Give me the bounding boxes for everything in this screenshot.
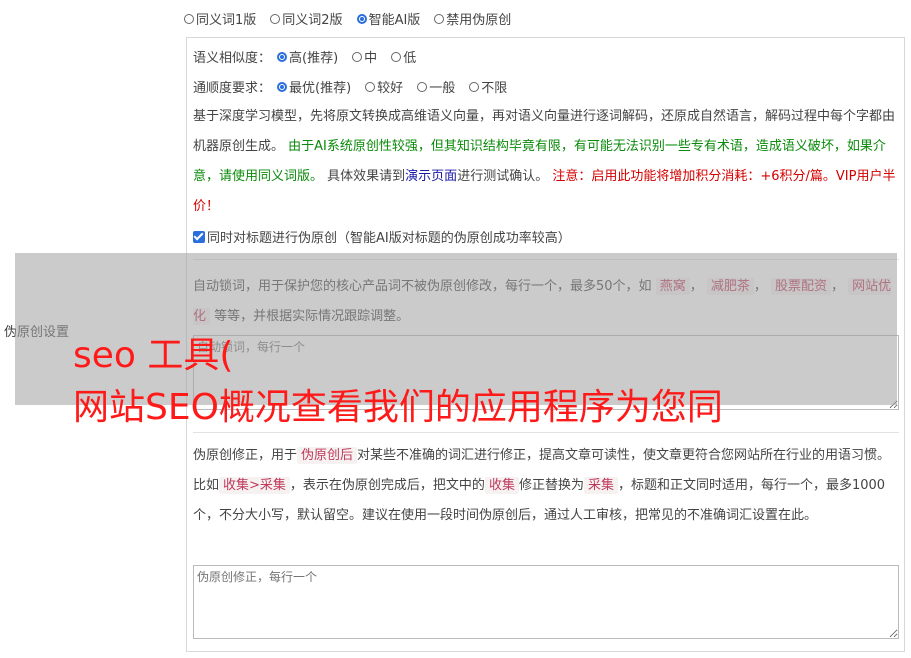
divider xyxy=(193,432,899,433)
radio-icon[interactable] xyxy=(417,81,428,92)
radio-selected-icon[interactable] xyxy=(356,13,367,24)
similarity-option-high[interactable]: 高(推荐) xyxy=(277,47,338,66)
divider xyxy=(193,259,899,260)
ai-description: 基于深度学习模型，先将原文转换成高维语义向量，再对语义向量进行逐词解码，还原成自… xyxy=(193,109,896,214)
version-option-synonym2[interactable]: 同义词2版 xyxy=(270,9,343,28)
lock-words-input[interactable] xyxy=(193,335,899,410)
example-tag: 燕窝 xyxy=(655,278,690,295)
fluency-option-normal[interactable]: 一般 xyxy=(417,77,455,96)
radio-selected-icon[interactable] xyxy=(277,51,288,62)
similarity-option-mid[interactable]: 中 xyxy=(352,47,377,66)
radio-icon[interactable] xyxy=(365,81,376,92)
fluency-row: 通顺度要求： 最优(推荐) 较好 一般 不限 xyxy=(193,77,507,96)
fluency-option-best[interactable]: 最优(推荐) xyxy=(277,77,351,96)
version-radio-group: 同义词1版 同义词2版 智能AI版 禁用伪原创 xyxy=(184,9,511,28)
version-option-disable[interactable]: 禁用伪原创 xyxy=(434,9,511,28)
example-tag: 伪原创后 xyxy=(297,447,358,464)
radio-icon[interactable] xyxy=(391,51,402,62)
settings-label: 伪原创设置 xyxy=(4,325,70,340)
radio-icon[interactable] xyxy=(270,13,281,24)
version-option-synonym1[interactable]: 同义词1版 xyxy=(184,9,256,28)
example-tag: 股票配资 xyxy=(771,278,832,295)
radio-icon[interactable] xyxy=(184,13,194,24)
radio-icon[interactable] xyxy=(352,51,363,62)
radio-icon[interactable] xyxy=(434,13,445,24)
demo-page-link[interactable]: 演示页面 xyxy=(405,169,457,184)
fluency-option-good[interactable]: 较好 xyxy=(365,77,403,96)
example-tag: 采集 xyxy=(583,477,618,494)
similarity-row: 语义相似度： 高(推荐) 中 低 xyxy=(193,47,416,66)
fluency-option-unlimited[interactable]: 不限 xyxy=(469,77,507,96)
similarity-option-low[interactable]: 低 xyxy=(391,47,416,66)
version-option-ai[interactable]: 智能AI版 xyxy=(356,9,420,28)
radio-selected-icon[interactable] xyxy=(277,81,288,92)
checkbox-checked-icon[interactable] xyxy=(193,230,205,243)
similarity-label: 语义相似度： xyxy=(193,51,272,66)
ai-settings-panel: 语义相似度： 高(推荐) 中 低 通顺度要求： 最优(推荐) 较好 一般 不限 … xyxy=(186,37,905,652)
correction-input[interactable] xyxy=(193,565,899,639)
lock-words-description: 自动锁词，用于保护您的核心产品词不被伪原创修改，每行一个，最多50个，如 燕窝，… xyxy=(193,278,892,325)
title-pseudo-original-checkbox-row[interactable]: 同时对标题进行伪原创（智能AI版对标题的伪原创成功率较高） xyxy=(193,227,571,246)
correction-description: 伪原创修正，用于 伪原创后 对某些不准确的词汇进行修正，提高文章可读性，使文章更符合… xyxy=(193,447,891,523)
example-tag: 减肥茶 xyxy=(706,278,754,295)
example-tag: 收集>采集 xyxy=(219,477,290,494)
example-tag: 收集 xyxy=(484,477,519,494)
fluency-label: 通顺度要求： xyxy=(193,81,272,96)
radio-icon[interactable] xyxy=(469,81,480,92)
